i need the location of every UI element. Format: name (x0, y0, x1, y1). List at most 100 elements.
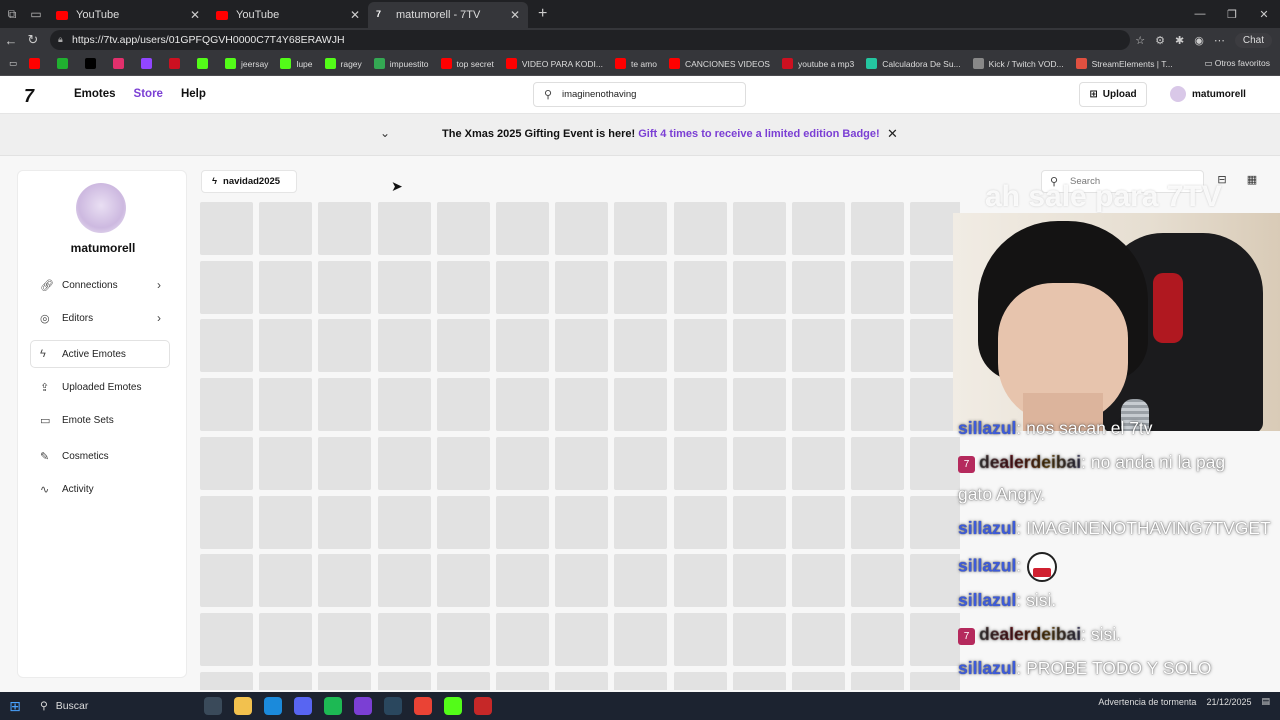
emote-placeholder[interactable] (732, 612, 786, 666)
emote-placeholder[interactable] (259, 554, 313, 608)
emote-placeholder[interactable] (555, 554, 609, 608)
canva-icon[interactable] (354, 697, 372, 715)
emote-placeholder[interactable] (377, 319, 431, 373)
emote-placeholder[interactable] (436, 260, 490, 314)
menu-dots-icon[interactable]: ⋯ (1214, 34, 1225, 47)
bookmark-item[interactable]: impuestito (371, 54, 432, 74)
back-icon[interactable]: ← (0, 33, 22, 48)
task-view-icon[interactable] (204, 697, 222, 715)
emote-placeholder[interactable] (673, 436, 727, 490)
emote-placeholder[interactable] (436, 671, 490, 690)
emote-placeholder[interactable] (200, 671, 253, 690)
new-tab-icon[interactable]: + (538, 5, 547, 23)
emote-placeholder[interactable] (673, 202, 727, 255)
close-window-icon[interactable]: ✕ (1248, 0, 1280, 28)
emote-placeholder[interactable] (259, 436, 313, 490)
emote-placeholder[interactable] (614, 319, 668, 373)
emote-placeholder[interactable] (792, 436, 845, 490)
upload-button[interactable]: ⊞ Upload (1079, 82, 1147, 107)
other-bookmarks[interactable]: ▭ Otros favoritos (1204, 58, 1270, 69)
emote-placeholder[interactable] (792, 202, 845, 255)
emote-placeholder[interactable] (318, 495, 372, 549)
sidebar-item-connections[interactable]: 🔗︎ Connections › (31, 272, 169, 298)
emote-placeholder[interactable] (318, 202, 372, 255)
emote-placeholder[interactable] (259, 202, 313, 255)
close-icon[interactable]: ✕ (510, 8, 520, 22)
bookmark-item[interactable] (26, 54, 48, 74)
emote-placeholder[interactable] (792, 495, 845, 549)
nav-emotes[interactable]: Emotes (74, 88, 116, 100)
bookmark-item[interactable]: Kick / Twitch VOD... (970, 54, 1067, 74)
spotify-icon[interactable] (324, 697, 342, 715)
emote-placeholder[interactable] (200, 202, 253, 255)
emote-placeholder[interactable] (673, 554, 727, 608)
emote-placeholder[interactable] (200, 495, 253, 549)
emote-placeholder[interactable] (732, 554, 786, 608)
emote-placeholder[interactable] (673, 671, 727, 690)
browser-tab-youtube-1[interactable]: YouTube ✕ (48, 2, 208, 28)
emote-placeholder[interactable] (200, 319, 253, 373)
clock-date[interactable]: 21/12/2025 (1206, 697, 1251, 707)
reload-icon[interactable]: ↻ (22, 32, 44, 48)
bookmark-item[interactable] (138, 54, 160, 74)
7tv-logo-icon[interactable]: 7 (24, 86, 34, 107)
file-explorer-icon[interactable] (234, 697, 252, 715)
bookmark-item[interactable]: te amo (612, 54, 660, 74)
emote-placeholder[interactable] (673, 378, 727, 432)
windows-start-icon[interactable]: ⊞ (0, 698, 30, 715)
site-search-input[interactable]: ⚲ imaginenothaving (533, 82, 746, 107)
emote-placeholder[interactable] (732, 260, 786, 314)
emote-placeholder[interactable] (851, 260, 905, 314)
emote-placeholder[interactable] (377, 495, 431, 549)
sidebar-item-uploaded-emotes[interactable]: ⇪ Uploaded Emotes (31, 374, 169, 400)
bookmark-item[interactable]: youtube a mp3 (779, 54, 857, 74)
url-field[interactable]: 🔒︎ https://7tv.app/users/01GPFQGVH0000C7… (50, 30, 1130, 50)
sidebar-item-emote-sets[interactable]: ▭ Emote Sets (31, 407, 169, 433)
profile-icon[interactable]: ◉ (1194, 34, 1204, 47)
emote-placeholder[interactable] (377, 671, 431, 690)
emote-placeholder[interactable] (614, 554, 668, 608)
puzzle-icon[interactable]: ✱ (1175, 34, 1184, 47)
emote-placeholder[interactable] (851, 671, 905, 690)
steam-icon[interactable] (384, 697, 402, 715)
emote-placeholder[interactable] (792, 260, 845, 314)
close-icon[interactable]: ✕ (190, 8, 200, 22)
emote-placeholder[interactable] (377, 202, 431, 255)
bookmark-item[interactable] (166, 54, 188, 74)
emote-placeholder[interactable] (377, 612, 431, 666)
app-icon[interactable] (474, 697, 492, 715)
emote-placeholder[interactable] (259, 495, 313, 549)
emote-placeholder[interactable] (436, 436, 490, 490)
bookmark-item[interactable]: lupe (277, 54, 315, 74)
emote-placeholder[interactable] (200, 436, 253, 490)
emote-set-chip[interactable]: ϟ navidad2025 (201, 170, 297, 193)
emote-placeholder[interactable] (851, 554, 905, 608)
emote-placeholder[interactable] (318, 436, 372, 490)
emote-placeholder[interactable] (792, 319, 845, 373)
emote-placeholder[interactable] (555, 612, 609, 666)
bookmark-item[interactable] (82, 54, 104, 74)
emote-placeholder[interactable] (555, 378, 609, 432)
emote-placeholder[interactable] (614, 671, 668, 690)
emote-placeholder[interactable] (436, 554, 490, 608)
emote-placeholder[interactable] (377, 554, 431, 608)
emote-placeholder[interactable] (792, 554, 845, 608)
kick-icon[interactable] (444, 697, 462, 715)
emote-placeholder[interactable] (377, 260, 431, 314)
emote-placeholder[interactable] (496, 260, 549, 314)
bookmark-item[interactable]: jeersay (222, 54, 271, 74)
bookmark-item[interactable]: StreamElements | T... (1073, 54, 1176, 74)
emote-placeholder[interactable] (851, 495, 905, 549)
minimize-icon[interactable]: — (1184, 0, 1216, 28)
browser-tab-7tv[interactable]: 7 matumorell - 7TV ✕ (368, 2, 528, 28)
emote-placeholder[interactable] (555, 436, 609, 490)
emote-placeholder[interactable] (200, 378, 253, 432)
emote-placeholder[interactable] (792, 378, 845, 432)
banner-highlight-link[interactable]: Gift 4 times to receive a limited editio… (638, 128, 879, 140)
close-icon[interactable]: ✕ (887, 126, 898, 142)
bookmark-item[interactable] (194, 54, 216, 74)
emote-placeholder[interactable] (851, 319, 905, 373)
emote-placeholder[interactable] (732, 495, 786, 549)
emote-placeholder[interactable] (732, 671, 786, 690)
sidebar-item-cosmetics[interactable]: ✎ Cosmetics (31, 443, 169, 469)
